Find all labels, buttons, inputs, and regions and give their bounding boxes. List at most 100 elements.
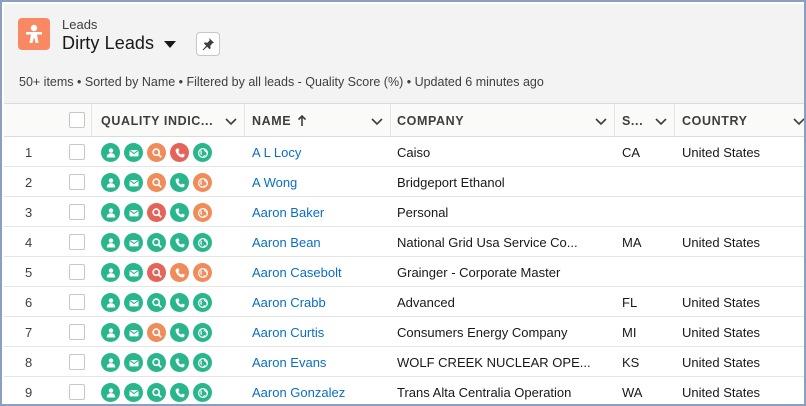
company-cell: Grainger - Corporate Master bbox=[397, 264, 561, 280]
phone-quality-icon[interactable] bbox=[170, 173, 189, 192]
phone-quality-icon[interactable] bbox=[170, 233, 189, 252]
email-quality-icon[interactable] bbox=[124, 353, 143, 372]
email-quality-icon[interactable] bbox=[124, 233, 143, 252]
search-quality-icon[interactable] bbox=[147, 263, 166, 282]
search-quality-icon[interactable] bbox=[147, 203, 166, 222]
lead-person-icon bbox=[18, 18, 50, 50]
phone-quality-icon[interactable] bbox=[170, 323, 189, 342]
select-all-checkbox[interactable] bbox=[69, 112, 85, 128]
search-quality-icon[interactable] bbox=[147, 353, 166, 372]
search-quality-icon[interactable] bbox=[147, 143, 166, 162]
lead-name-link[interactable]: Aaron Baker bbox=[252, 197, 324, 227]
column-label: COMPANY bbox=[397, 113, 465, 128]
country-cell: United States bbox=[682, 324, 761, 340]
row-checkbox[interactable] bbox=[69, 234, 85, 250]
search-quality-icon[interactable] bbox=[147, 383, 166, 402]
table-row[interactable]: 2 A Wong Bridgeport Ethanol bbox=[4, 167, 804, 197]
search-quality-icon[interactable] bbox=[147, 293, 166, 312]
table-row[interactable]: 7 Aaron Curtis Consumers Energy Company … bbox=[4, 317, 804, 347]
table-row[interactable]: 6 Aaron Crabb Advanced FL United States bbox=[4, 287, 804, 317]
email-quality-icon[interactable] bbox=[124, 143, 143, 162]
row-checkbox[interactable] bbox=[69, 294, 85, 310]
caret-down-icon[interactable] bbox=[164, 41, 177, 48]
email-quality-icon[interactable] bbox=[124, 263, 143, 282]
search-quality-icon[interactable] bbox=[147, 323, 166, 342]
chevron-down-icon[interactable] bbox=[224, 114, 238, 128]
table-row[interactable]: 5 Aaron Casebolt Grainger - Corporate Ma… bbox=[4, 257, 804, 287]
phone-quality-icon[interactable] bbox=[170, 263, 189, 282]
phone-quality-icon[interactable] bbox=[170, 293, 189, 312]
lead-name-link[interactable]: Aaron Evans bbox=[252, 347, 326, 377]
table-row[interactable]: 4 Aaron Bean National Grid Usa Service C… bbox=[4, 227, 804, 257]
phone-quality-icon[interactable] bbox=[170, 383, 189, 402]
column-header-quality[interactable]: QUALITY INDIC... bbox=[101, 104, 213, 137]
company-cell: Consumers Energy Company bbox=[397, 324, 568, 340]
lead-name-link[interactable]: Aaron Crabb bbox=[252, 287, 326, 317]
person-quality-icon[interactable] bbox=[101, 203, 120, 222]
email-quality-icon[interactable] bbox=[124, 293, 143, 312]
company-cell: Advanced bbox=[397, 294, 455, 310]
person-quality-icon[interactable] bbox=[101, 383, 120, 402]
lead-name-link[interactable]: Aaron Casebolt bbox=[252, 257, 342, 287]
globe-quality-icon[interactable] bbox=[193, 233, 212, 252]
globe-quality-icon[interactable] bbox=[193, 353, 212, 372]
row-checkbox[interactable] bbox=[69, 384, 85, 400]
email-quality-icon[interactable] bbox=[124, 173, 143, 192]
column-header-company[interactable]: COMPANY bbox=[397, 104, 464, 137]
globe-quality-icon[interactable] bbox=[193, 323, 212, 342]
country-cell: United States bbox=[682, 354, 761, 370]
lead-name-link[interactable]: A L Locy bbox=[252, 137, 301, 167]
lead-name-link[interactable]: Aaron Gonzalez bbox=[252, 377, 345, 404]
table-row[interactable]: 1 A L Locy Caiso CA United States bbox=[4, 137, 804, 167]
column-header-country[interactable]: COUNTRY bbox=[682, 104, 748, 137]
lead-name-link[interactable]: Aaron Curtis bbox=[252, 317, 324, 347]
chevron-down-icon[interactable] bbox=[370, 114, 384, 128]
globe-quality-icon[interactable] bbox=[193, 263, 212, 282]
search-quality-icon[interactable] bbox=[147, 173, 166, 192]
row-checkbox[interactable] bbox=[69, 144, 85, 160]
person-quality-icon[interactable] bbox=[101, 233, 120, 252]
row-checkbox[interactable] bbox=[69, 354, 85, 370]
phone-quality-icon[interactable] bbox=[170, 143, 189, 162]
row-number: 8 bbox=[25, 354, 33, 370]
person-quality-icon[interactable] bbox=[101, 143, 120, 162]
globe-quality-icon[interactable] bbox=[193, 143, 212, 162]
email-quality-icon[interactable] bbox=[124, 323, 143, 342]
person-quality-icon[interactable] bbox=[101, 293, 120, 312]
lead-name-link[interactable]: A Wong bbox=[252, 167, 297, 197]
row-number: 1 bbox=[25, 144, 33, 160]
column-header-name[interactable]: NAME bbox=[252, 104, 307, 137]
row-checkbox[interactable] bbox=[69, 264, 85, 280]
person-quality-icon[interactable] bbox=[101, 173, 120, 192]
phone-quality-icon[interactable] bbox=[170, 353, 189, 372]
row-checkbox[interactable] bbox=[69, 174, 85, 190]
email-quality-icon[interactable] bbox=[124, 383, 143, 402]
person-quality-icon[interactable] bbox=[101, 353, 120, 372]
row-checkbox[interactable] bbox=[69, 204, 85, 220]
globe-quality-icon[interactable] bbox=[193, 293, 212, 312]
table-row[interactable]: 3 Aaron Baker Personal bbox=[4, 197, 804, 227]
person-quality-icon[interactable] bbox=[101, 263, 120, 282]
chevron-down-icon[interactable] bbox=[792, 114, 806, 128]
globe-quality-icon[interactable] bbox=[193, 173, 212, 192]
globe-quality-icon[interactable] bbox=[193, 383, 212, 402]
row-checkbox[interactable] bbox=[69, 324, 85, 340]
quality-indicators bbox=[101, 263, 216, 282]
row-number: 4 bbox=[25, 234, 33, 250]
lead-name-link[interactable]: Aaron Bean bbox=[252, 227, 321, 257]
table-row[interactable]: 9 Aaron Gonzalez Trans Alta Centralia Op… bbox=[4, 377, 804, 404]
globe-quality-icon[interactable] bbox=[193, 203, 212, 222]
column-header-state[interactable]: S... bbox=[622, 104, 643, 137]
company-cell: Personal bbox=[397, 204, 449, 220]
pin-icon bbox=[202, 38, 214, 51]
pin-button[interactable] bbox=[196, 32, 220, 56]
email-quality-icon[interactable] bbox=[124, 203, 143, 222]
column-label: QUALITY INDIC... bbox=[101, 113, 214, 128]
person-quality-icon[interactable] bbox=[101, 323, 120, 342]
list-view-switcher[interactable]: Dirty Leads bbox=[62, 33, 177, 54]
phone-quality-icon[interactable] bbox=[170, 203, 189, 222]
table-row[interactable]: 8 Aaron Evans WOLF CREEK NUCLEAR OPE... … bbox=[4, 347, 804, 377]
chevron-down-icon[interactable] bbox=[654, 114, 668, 128]
search-quality-icon[interactable] bbox=[147, 233, 166, 252]
chevron-down-icon[interactable] bbox=[594, 114, 608, 128]
